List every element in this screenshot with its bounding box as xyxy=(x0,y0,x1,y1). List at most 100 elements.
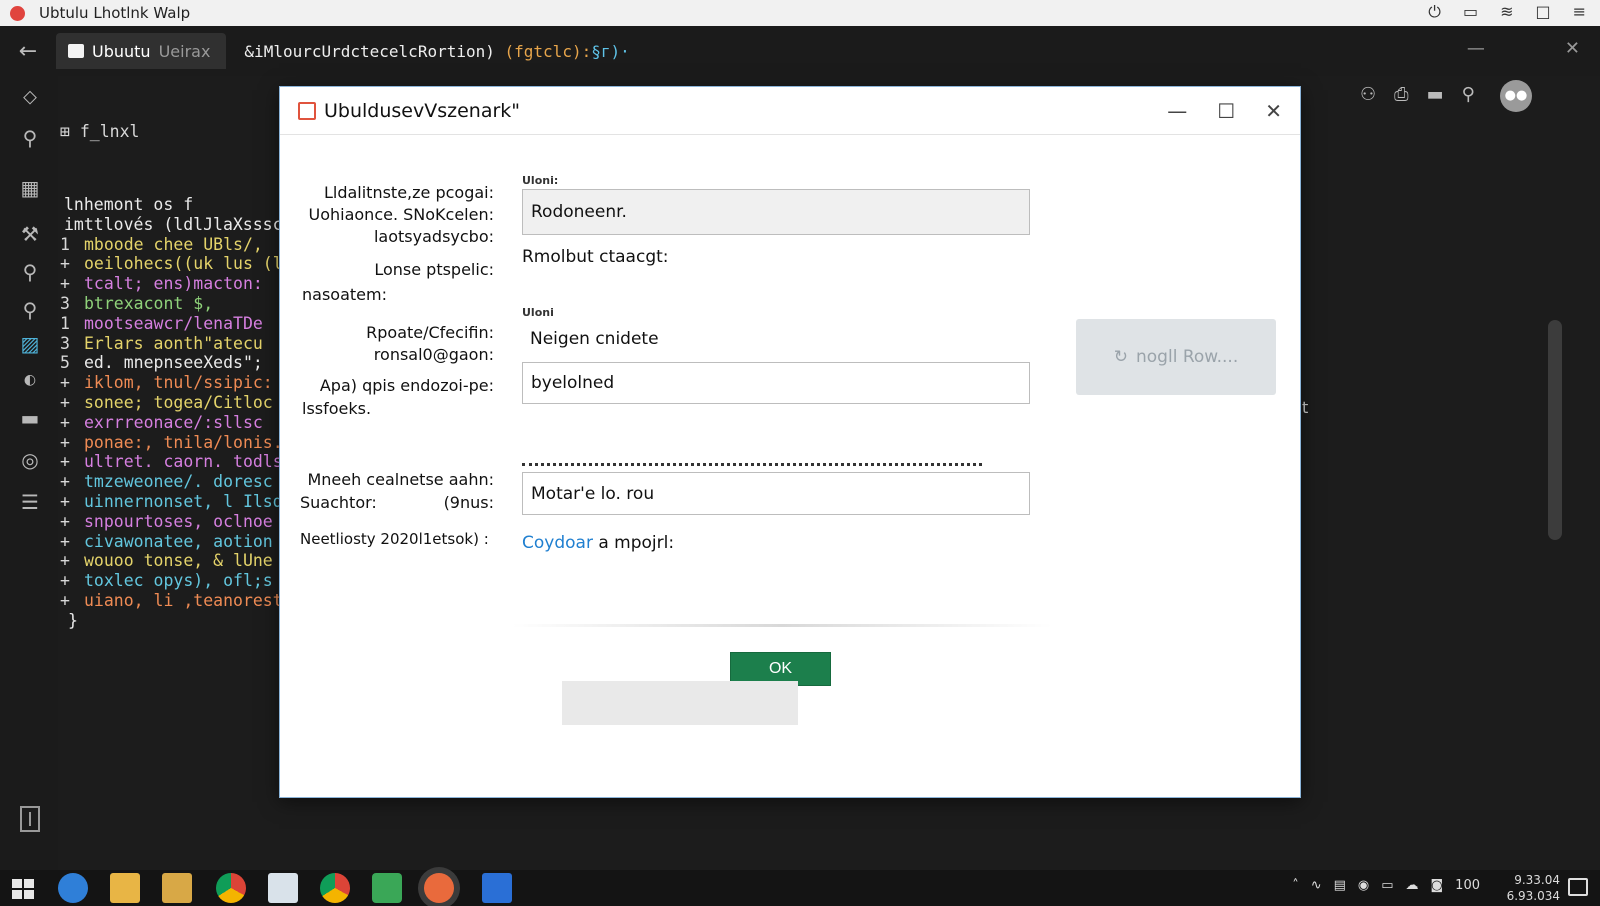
line-text: exrrreonace/:sllsc xyxy=(84,412,263,432)
back-arrow-icon[interactable]: ← xyxy=(0,39,56,64)
field-byelolned[interactable]: byelolned xyxy=(522,362,1030,404)
firefox-icon[interactable] xyxy=(424,873,454,903)
printer-icon[interactable]: ⎙ xyxy=(1394,84,1408,105)
line-text: uinnernonset, l Ilsd xyxy=(84,491,283,511)
drive-icon[interactable] xyxy=(372,873,402,903)
line-marker: + xyxy=(60,551,70,571)
debug-icon[interactable]: ◐ xyxy=(18,368,42,392)
link-coydoar[interactable]: Coydoar xyxy=(522,533,593,553)
line-marker: 1 xyxy=(60,313,70,333)
line-text: oeilohecs((uk lus (le xyxy=(84,254,293,274)
line-text: iklom, tnul/ssipic: xyxy=(84,373,273,393)
editor-tab-row: ← Ubuutu Ueirax &iMlourcUrdctecelcRortio… xyxy=(0,26,1600,76)
chat-icon[interactable]: ▭ xyxy=(1463,2,1478,22)
line-marker: 5 xyxy=(60,353,70,373)
image-edit-icon[interactable]: ▨ xyxy=(18,332,42,356)
sound-icon[interactable]: ◙ xyxy=(1431,878,1444,893)
path-main: &iMlourcUrdctecelcRortion) xyxy=(244,41,495,61)
line-marker: 3 xyxy=(60,293,70,313)
row-neigen: Neigen cnidete xyxy=(530,329,659,349)
dialog-title: UbuldusevVszenark" xyxy=(324,99,521,122)
line-marker: + xyxy=(60,412,70,432)
cloud-icon[interactable]: ☁ xyxy=(1406,878,1419,893)
display-icon[interactable]: ▭ xyxy=(1381,878,1393,893)
label-suachtor: Suachtor: xyxy=(300,493,377,512)
calendar-icon[interactable]: ▦ xyxy=(18,176,42,200)
line-marker: + xyxy=(60,491,70,511)
line-marker: 1 xyxy=(60,234,70,254)
field-rodoneenr[interactable]: Rodoneenr. xyxy=(522,189,1030,235)
list-icon[interactable]: ☰ xyxy=(18,490,42,514)
label-neetliosty: Neetliosty 2020l1etsok) : xyxy=(300,530,489,548)
person-icon[interactable]: ⚇ xyxy=(1360,84,1376,105)
dialog-app-icon xyxy=(298,101,316,120)
label-group1: Lldalitnste,ze pcogai: Uohiaonce. SNoKce… xyxy=(300,182,495,248)
field-motare[interactable]: Motar'e lo. rou xyxy=(522,472,1030,515)
search-icon[interactable]: ⚲ xyxy=(18,126,42,150)
path-orange: (fgtclc): xyxy=(504,41,592,61)
tab-ubuutu[interactable]: Ubuutu Ueirax xyxy=(56,33,227,69)
window-icon[interactable]: □ xyxy=(1535,2,1550,22)
menu-icon[interactable]: ≡ xyxy=(1573,2,1586,22)
line-text: toxlec opys), ofl;s xyxy=(84,571,273,591)
label-group1-line3: laotsyadsycbo: xyxy=(373,227,494,246)
line-text: tcalt; ens)macton: xyxy=(84,274,263,294)
stray-text: t xyxy=(1302,398,1309,417)
line-text: } xyxy=(68,610,78,630)
activity-bar: ⬦ ⚲ ▦ ⚒ ⚲ ⚲ ▨ ◐ ▬ ◎ ☰ xyxy=(0,76,58,870)
line-text: lnhemont os f xyxy=(64,194,194,214)
network-icon[interactable]: ∿ xyxy=(1311,878,1322,893)
clock-date: 6.93.034 xyxy=(1506,889,1560,903)
notification-icon[interactable] xyxy=(1568,878,1588,896)
label-lonse: Lonse ptspelic: xyxy=(374,260,494,279)
label-mneeh: Mneeh cealnetse aahn: xyxy=(307,470,494,489)
camera-icon[interactable]: ◎ xyxy=(18,448,42,472)
scrollbar[interactable] xyxy=(1548,320,1562,540)
keyboard-icon[interactable]: ▤ xyxy=(1334,878,1346,893)
link-rest: a mpojrl: xyxy=(592,533,675,553)
start-icon[interactable] xyxy=(12,879,34,899)
chrome2-icon[interactable] xyxy=(320,873,350,903)
minus-icon[interactable]: ▬ xyxy=(1427,84,1444,105)
line-text: mootseawcr/lenaTDe xyxy=(84,313,263,333)
source-control-icon[interactable]: ⬦ xyxy=(18,84,42,108)
word-icon[interactable] xyxy=(482,873,512,903)
wifi-icon[interactable]: ≋ xyxy=(1500,2,1513,22)
comment-icon[interactable]: ⚲ xyxy=(18,298,42,322)
save-icon[interactable]: ▬ xyxy=(18,406,42,430)
zoom-icon[interactable]: ⚲ xyxy=(1462,84,1475,105)
explorer-grid-icon: ⊞ xyxy=(60,121,70,141)
clock[interactable]: 9.33.04 6.93.034 xyxy=(1507,872,1560,904)
dialog-maximize-icon[interactable]: ☐ xyxy=(1217,99,1235,123)
dialog-close-icon[interactable]: ✕ xyxy=(1265,99,1282,123)
chevron-up-icon[interactable]: ˄ xyxy=(1292,878,1299,893)
power-icon[interactable]: ⏻ xyxy=(1428,2,1441,22)
folder2-icon[interactable] xyxy=(162,873,192,903)
row-rmolbut: Rmolbut ctaacgt: xyxy=(522,247,669,267)
line-text: btrexacont $, xyxy=(84,293,214,313)
label-apa: Apa) qpis endozoi-pe: xyxy=(319,376,494,395)
line-marker: + xyxy=(60,531,70,551)
path-cyan: §г)· xyxy=(591,41,630,61)
notes-icon[interactable] xyxy=(268,873,298,903)
avatar[interactable]: ●● xyxy=(1500,80,1532,112)
chrome-icon[interactable] xyxy=(216,873,246,903)
line-text: snpourtoses, oclnoe xyxy=(84,511,273,531)
location-icon[interactable]: ◉ xyxy=(1358,878,1369,893)
link-row[interactable]: Coydoar a mpojrl: xyxy=(522,533,674,553)
folder-icon[interactable] xyxy=(110,873,140,903)
close-icon[interactable]: ✕ xyxy=(1565,38,1580,59)
close-dot-icon[interactable] xyxy=(10,5,25,21)
dialog-minimize-icon[interactable]: — xyxy=(1167,99,1187,123)
browser-icon[interactable] xyxy=(58,873,88,903)
panel-toggle-icon[interactable] xyxy=(20,806,40,832)
find-icon[interactable]: ⚲ xyxy=(18,260,42,284)
line-text: ultret. caorn. todlsc xyxy=(84,452,293,472)
section-caption-1: Uloni: xyxy=(522,174,559,187)
ghost-button[interactable]: ↻ nogll Row.... xyxy=(1076,319,1276,395)
line-marker: 3 xyxy=(60,333,70,353)
tools-icon[interactable]: ⚒ xyxy=(18,222,42,246)
minimize-icon[interactable]: — xyxy=(1467,38,1485,59)
volume-level: 100 xyxy=(1455,878,1480,893)
line-marker: + xyxy=(60,571,70,591)
